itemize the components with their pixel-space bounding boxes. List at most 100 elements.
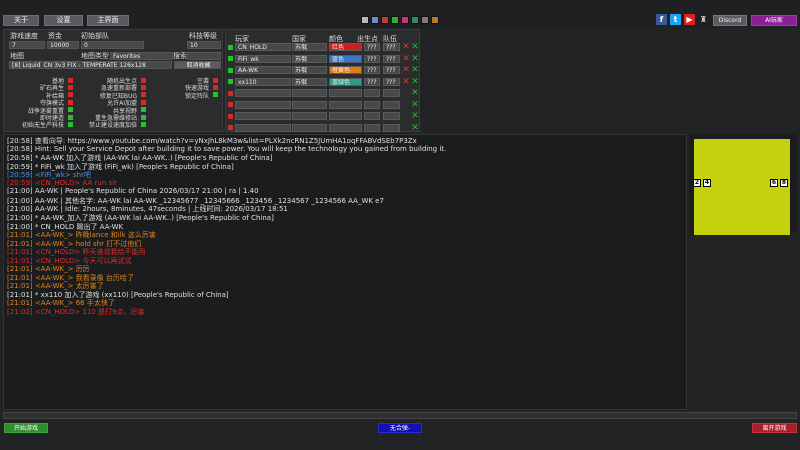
team-select[interactable]: ???	[383, 54, 400, 63]
map-type-select[interactable]: Favorites	[110, 52, 173, 60]
kick-player-icon[interactable]: ✕	[402, 54, 410, 63]
spawn-marker[interactable]: 4	[703, 179, 711, 187]
player-status-indicator[interactable]	[228, 113, 233, 119]
map-preview[interactable]: 2 4 6 8	[693, 139, 790, 235]
trophy-icon[interactable]: ♜	[698, 14, 709, 25]
color-swatch[interactable]	[361, 16, 369, 24]
about-button[interactable]: 关于	[3, 15, 39, 26]
spawn-select[interactable]	[364, 123, 380, 132]
player-status-indicator[interactable]	[228, 125, 233, 130]
player-name-field[interactable]	[235, 112, 291, 120]
option-checkbox-unchecked[interactable]	[68, 92, 73, 98]
leave-game-button[interactable]: 离开游戏	[752, 423, 797, 433]
close-slot-icon[interactable]: ✕	[411, 123, 419, 132]
start-game-button[interactable]: 开始游戏	[4, 423, 48, 433]
team-select[interactable]	[383, 100, 400, 109]
player-name-field[interactable]	[235, 89, 291, 97]
country-select[interactable]: 苏俄	[292, 43, 327, 51]
team-select[interactable]: ???	[383, 66, 400, 74]
speed-field[interactable]: 7	[9, 41, 45, 49]
discord-button[interactable]: Discord	[713, 15, 747, 26]
player-status-indicator[interactable]	[228, 44, 233, 50]
color-select[interactable]	[329, 100, 362, 109]
option-checkbox-unchecked[interactable]	[68, 99, 73, 105]
player-status-indicator[interactable]	[228, 90, 233, 96]
spawn-select[interactable]: ???	[364, 54, 380, 63]
color-swatch[interactable]	[411, 16, 419, 24]
spawn-select[interactable]	[364, 100, 380, 109]
color-select[interactable]: 橙黄色	[329, 66, 362, 74]
color-swatch[interactable]	[431, 16, 439, 24]
country-select[interactable]: 苏俄	[292, 77, 327, 86]
player-name-field[interactable]: CN_HOLD	[235, 43, 291, 51]
team-select[interactable]	[383, 112, 400, 120]
option-checkbox-unchecked[interactable]	[68, 77, 73, 83]
option-checkbox-checked[interactable]	[68, 121, 73, 127]
country-select[interactable]	[292, 112, 327, 120]
player-status-indicator[interactable]	[228, 79, 233, 84]
color-swatch[interactable]	[401, 16, 409, 24]
color-select[interactable]	[329, 112, 362, 120]
option-checkbox-checked[interactable]	[141, 121, 146, 127]
color-swatch[interactable]	[421, 16, 429, 24]
option-checkbox-unchecked[interactable]	[141, 92, 146, 98]
country-select[interactable]	[292, 123, 327, 132]
spawn-marker[interactable]: 2	[693, 179, 701, 187]
player-status-indicator[interactable]	[228, 102, 233, 107]
ban-player-icon[interactable]: ✕	[411, 54, 419, 63]
kick-player-icon[interactable]: ✕	[402, 77, 410, 86]
option-checkbox-unchecked[interactable]	[141, 84, 146, 90]
option-checkbox-unchecked[interactable]	[213, 84, 218, 90]
youtube-icon[interactable]: ▶	[684, 14, 695, 25]
team-select[interactable]	[383, 123, 400, 132]
player-status-indicator[interactable]	[228, 56, 233, 61]
color-swatch[interactable]	[381, 16, 389, 24]
option-checkbox-unchecked[interactable]	[141, 99, 146, 105]
player-status-indicator[interactable]	[228, 67, 233, 73]
spawn-select[interactable]	[364, 112, 380, 120]
team-select[interactable]: ???	[383, 43, 400, 51]
option-checkbox-checked[interactable]	[213, 92, 218, 98]
ban-player-icon[interactable]: ✕	[411, 43, 419, 52]
country-select[interactable]: 苏俄	[292, 66, 327, 74]
close-slot-icon[interactable]: ✕	[411, 89, 419, 98]
money-field[interactable]: 10000	[47, 41, 79, 49]
spawn-select[interactable]: ???	[364, 43, 380, 51]
search-input[interactable]	[187, 52, 221, 60]
color-select[interactable]: 红色	[329, 43, 362, 51]
spawn-marker[interactable]: 8	[780, 179, 788, 187]
option-checkbox-unchecked[interactable]	[213, 77, 218, 83]
twitter-icon[interactable]: t	[670, 14, 681, 25]
close-slot-icon[interactable]: ✕	[411, 112, 419, 121]
player-name-field[interactable]	[235, 100, 291, 109]
facebook-icon[interactable]: f	[656, 14, 667, 25]
kick-player-icon[interactable]: ✕	[402, 43, 410, 52]
chat-input[interactable]	[3, 412, 797, 419]
option-checkbox-unchecked[interactable]	[68, 84, 73, 90]
option-checkbox-checked[interactable]	[141, 114, 146, 120]
close-slot-icon[interactable]: ✕	[411, 100, 419, 109]
team-select[interactable]: ???	[383, 77, 400, 86]
country-select[interactable]	[292, 89, 327, 97]
tech-level-field[interactable]: 10	[187, 41, 221, 49]
player-name-field[interactable]: xx110	[235, 77, 291, 86]
option-checkbox-unchecked[interactable]	[141, 77, 146, 83]
color-select[interactable]	[329, 89, 362, 97]
spawn-select[interactable]: ???	[364, 77, 380, 86]
map-select[interactable]: [8] Liquid_CN 3v3 FIX - TEMPERATE 126x12…	[9, 61, 172, 69]
player-name-field[interactable]	[235, 123, 291, 132]
ai-player-button[interactable]: AI玩家	[751, 15, 797, 26]
option-checkbox-checked[interactable]	[68, 114, 73, 120]
option-checkbox-checked[interactable]	[68, 107, 73, 113]
color-select[interactable]: 蓝色	[329, 54, 362, 63]
cancel-favorite-button[interactable]: 取消收藏	[174, 61, 221, 69]
kick-player-icon[interactable]: ✕	[402, 66, 410, 75]
country-select[interactable]: 苏俄	[292, 54, 327, 63]
team-select[interactable]	[383, 89, 400, 97]
main-menu-button[interactable]: 主界面	[87, 15, 129, 26]
color-swatch[interactable]	[391, 16, 399, 24]
spawn-select[interactable]	[364, 89, 380, 97]
settings-button[interactable]: 设置	[44, 15, 83, 26]
spawn-marker[interactable]: 6	[770, 179, 778, 187]
player-name-field[interactable]: AA-WK_	[235, 66, 291, 74]
